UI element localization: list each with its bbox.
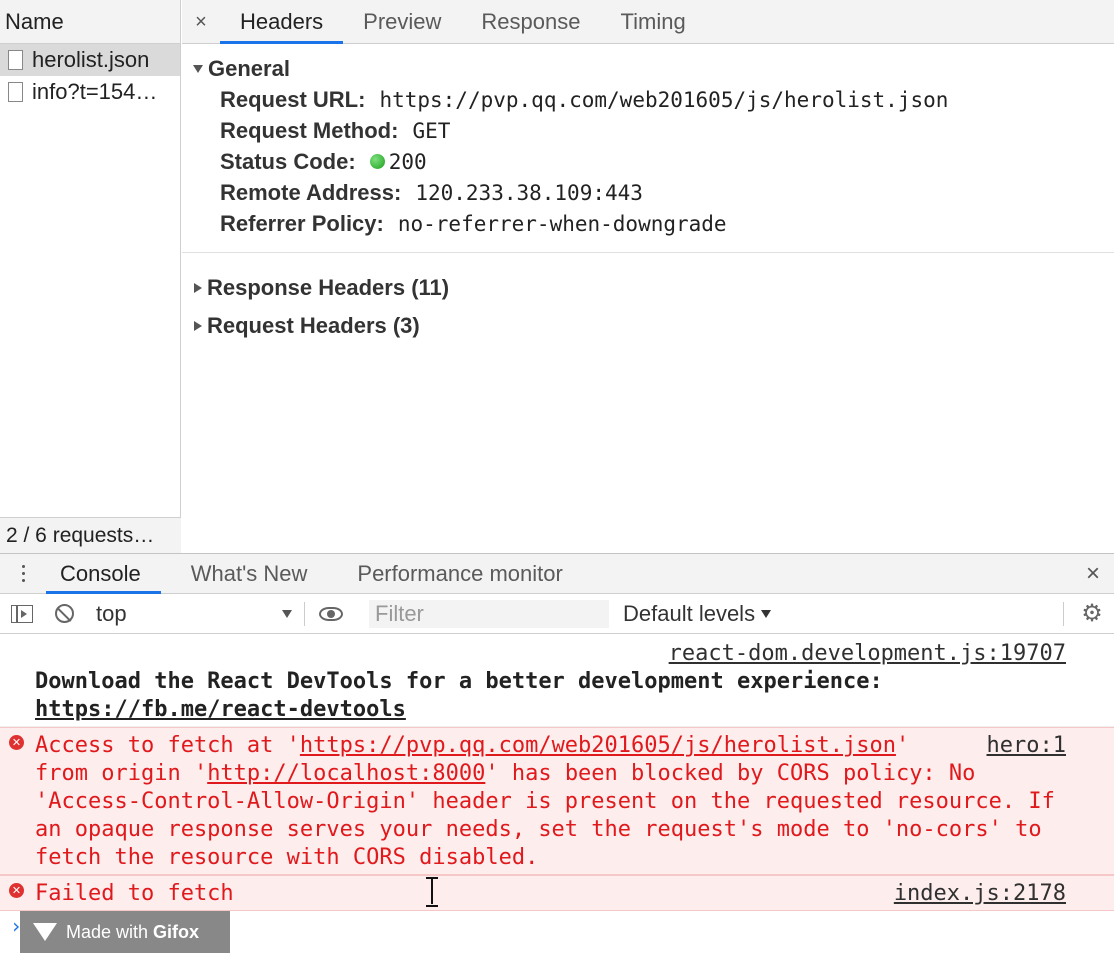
message-source-link[interactable]: hero:1	[987, 732, 1066, 760]
close-icon[interactable]: ×	[182, 0, 220, 43]
log-levels-dropdown[interactable]: Default levels	[623, 600, 772, 627]
toolbar-divider	[304, 601, 305, 626]
show-sidebar-icon[interactable]	[11, 604, 33, 623]
triangle-right-icon	[194, 283, 202, 293]
context-selector[interactable]: top	[96, 601, 292, 627]
message-text: Download the React DevTools for a better…	[35, 669, 883, 694]
triangle-down-icon	[193, 65, 203, 73]
watermark-text: Made with Gifox	[66, 922, 199, 943]
error-icon: ✕	[9, 883, 24, 898]
origin-link[interactable]: http://localhost:8000	[207, 761, 485, 786]
status-ok-icon	[369, 154, 385, 169]
response-headers-toggle[interactable]: Response Headers (11)	[182, 269, 1114, 307]
request-details: × Headers Preview Response Timing Genera…	[182, 0, 1114, 553]
request-summary: 2 / 6 requests…	[0, 517, 181, 553]
close-drawer-icon[interactable]: ×	[1086, 554, 1100, 594]
console-message-fetch-error: ✕ index.js:2178 Failed to fetch	[0, 875, 1114, 911]
fox-logo-icon	[32, 921, 58, 943]
react-devtools-link[interactable]: https://fb.me/react-devtools	[35, 697, 406, 722]
herolist-url-link[interactable]: https://pvp.qq.com/web201605/js/herolist…	[300, 733, 896, 758]
general-section-toggle[interactable]: General	[182, 54, 1114, 84]
toolbar-divider	[1063, 602, 1064, 626]
live-expression-eye-icon[interactable]	[319, 606, 343, 621]
request-list: Name herolist.json info?t=154… 2 / 6 req…	[0, 0, 181, 553]
referrer-policy-value: no-referrer-when-downgrade	[397, 211, 727, 236]
request-row-herolist[interactable]: herolist.json	[0, 44, 180, 76]
tab-console[interactable]: Console	[46, 554, 161, 594]
request-headers-title: Request Headers (3)	[207, 313, 420, 338]
general-title: General	[208, 56, 290, 81]
tab-timing[interactable]: Timing	[600, 0, 705, 43]
gear-icon[interactable]: ⚙	[1080, 602, 1104, 626]
request-method-label: Request Method:	[220, 117, 399, 143]
referrer-policy-label: Referrer Policy:	[220, 210, 384, 236]
remote-address-row: Remote Address: 120.233.38.109:443	[182, 177, 1114, 208]
console-messages: react-dom.development.js:19707 Download …	[0, 634, 1114, 941]
file-icon	[8, 82, 23, 102]
watermark-brand: Gifox	[153, 921, 200, 942]
message-text: Failed to fetch	[35, 881, 234, 906]
request-headers-toggle[interactable]: Request Headers (3)	[182, 307, 1114, 345]
name-column-header[interactable]: Name	[0, 0, 180, 44]
request-row-info[interactable]: info?t=154…	[0, 76, 180, 108]
request-method-row: Request Method: GET	[182, 115, 1114, 146]
more-tools-icon[interactable]	[0, 554, 46, 593]
tab-performance-monitor[interactable]: Performance monitor	[343, 554, 582, 593]
drawer-tab-bar: Console What's New Performance monitor ×	[0, 554, 1114, 594]
request-name: info?t=154…	[32, 79, 158, 104]
message-text: Access to fetch at '	[35, 733, 300, 758]
clear-console-icon[interactable]	[55, 604, 74, 623]
text-cursor-icon	[425, 876, 439, 907]
message-source-link[interactable]: index.js:2178	[894, 880, 1066, 908]
detail-tab-bar: × Headers Preview Response Timing	[182, 0, 1114, 44]
status-code-label: Status Code:	[220, 148, 356, 174]
remote-address-value: 120.233.38.109:443	[415, 180, 643, 205]
levels-label: Default levels	[623, 600, 756, 626]
network-panel: Name herolist.json info?t=154… 2 / 6 req…	[0, 0, 1114, 553]
tab-headers[interactable]: Headers	[220, 0, 344, 44]
filter-input[interactable]	[369, 599, 609, 628]
chevron-down-icon	[761, 609, 772, 618]
general-section: General Request URL: https://pvp.qq.com/…	[182, 44, 1114, 253]
triangle-right-icon	[194, 321, 202, 331]
status-code-value: 200	[388, 149, 427, 174]
request-url-value: https://pvp.qq.com/web201605/js/herolist…	[379, 87, 949, 112]
chevron-down-icon	[282, 609, 292, 618]
context-value: top	[96, 600, 127, 626]
gifox-watermark: Made with Gifox	[20, 911, 230, 953]
tab-preview[interactable]: Preview	[343, 0, 461, 43]
error-icon: ✕	[9, 735, 24, 750]
request-url-row: Request URL: https://pvp.qq.com/web20160…	[182, 84, 1114, 115]
remote-address-label: Remote Address:	[220, 179, 402, 205]
message-source-link[interactable]: react-dom.development.js:19707	[49, 640, 1066, 668]
console-message-cors-error: ✕ hero:1 Access to fetch at 'https://pvp…	[0, 727, 1114, 875]
referrer-policy-row: Referrer Policy: no-referrer-when-downgr…	[182, 208, 1114, 239]
request-name: herolist.json	[32, 47, 150, 72]
status-code-row: Status Code: 200	[182, 146, 1114, 177]
file-icon	[8, 50, 23, 70]
console-toolbar: top Default levels ⚙	[0, 594, 1114, 634]
tab-whats-new[interactable]: What's New	[177, 554, 328, 593]
watermark-prefix: Made with	[66, 921, 154, 942]
request-url-label: Request URL:	[220, 86, 366, 112]
response-headers-title: Response Headers (11)	[207, 275, 450, 300]
console-message-info: react-dom.development.js:19707 Download …	[0, 634, 1114, 727]
request-method-value: GET	[412, 118, 451, 143]
tab-response[interactable]: Response	[461, 0, 600, 43]
